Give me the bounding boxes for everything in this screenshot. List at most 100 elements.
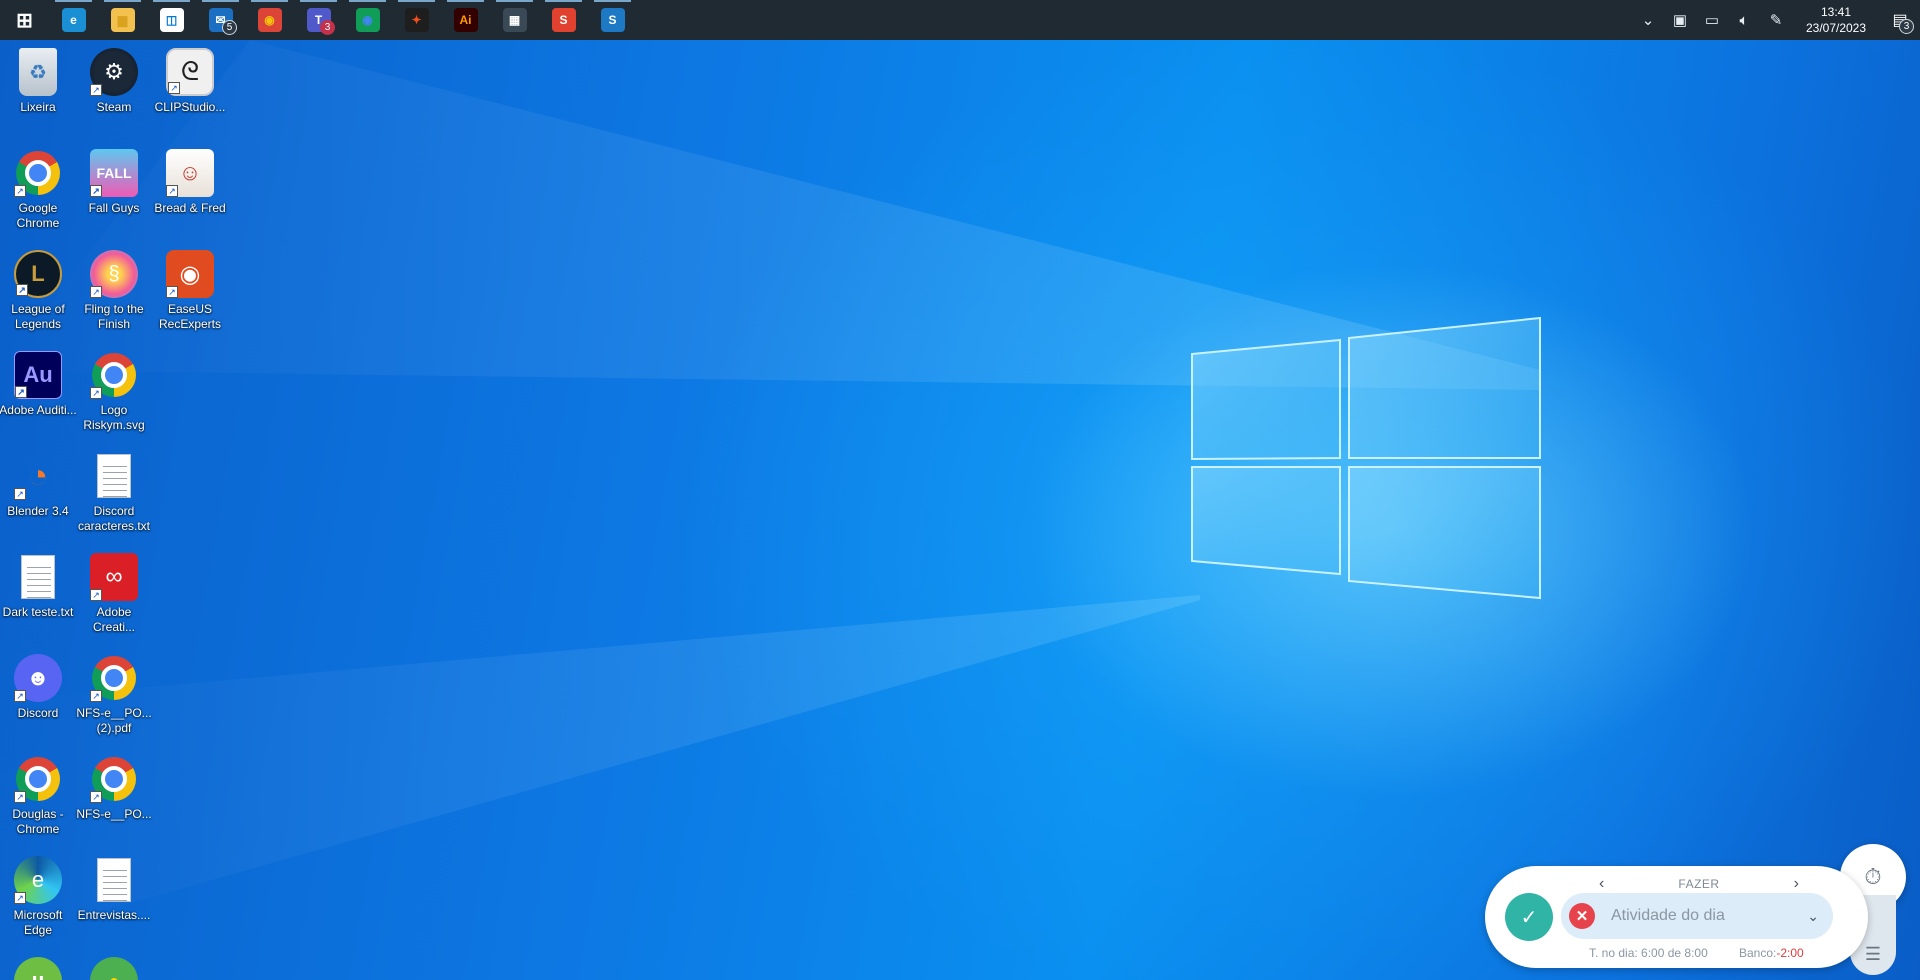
- discord-icon: ☻ ↗: [14, 654, 62, 702]
- blender-icon: ◔ ↗: [14, 452, 62, 500]
- desktop-icon-blender-3-4[interactable]: ◔ ↗ Blender 3.4: [0, 452, 76, 519]
- taskbar-button-figma[interactable]: ✦: [392, 0, 441, 40]
- desktop-icon-greenapp[interactable]: ●: [76, 957, 152, 980]
- calculator-icon: ▦: [502, 8, 527, 32]
- utorrent-icon: µ: [14, 957, 62, 980]
- taskbar-button-calculator[interactable]: ▦: [490, 0, 539, 40]
- shortcut-arrow-icon: ↗: [90, 690, 102, 702]
- taskbar-button-start-button[interactable]: ⊞: [0, 0, 49, 40]
- shortcut-arrow-icon: ↗: [168, 82, 180, 94]
- desktop-icon-adobe-auditi[interactable]: Au ↗ Adobe Auditi...: [0, 351, 77, 418]
- fallguys-icon: FALL ↗: [90, 149, 138, 197]
- desktop-icon-label: Google Chrome: [16, 201, 60, 230]
- close-icon[interactable]: ✕: [1569, 903, 1595, 929]
- desktop-icon-nfs-e-po[interactable]: ↗ NFS-e__PO...: [76, 755, 152, 822]
- pen-icon[interactable]: ✎: [1760, 0, 1792, 40]
- notification-center-button[interactable]: ▤ 3: [1880, 0, 1920, 40]
- desktop-wallpaper: [0, 40, 1920, 980]
- app-s-blue-icon: S: [600, 8, 625, 32]
- desktop-icon-label: CLIPStudio...: [154, 100, 226, 114]
- steam-icon: ⚙ ↗: [90, 48, 138, 96]
- shortcut-arrow-icon: ↗: [15, 386, 27, 398]
- taskbar-button-app-s-blue[interactable]: S: [588, 0, 637, 40]
- desktop-icon-douglas-chrome[interactable]: ↗ Douglas - Chrome: [0, 755, 76, 837]
- shortcut-arrow-icon: ↗: [90, 286, 102, 298]
- desktop-icon-steam[interactable]: ⚙ ↗ Steam: [76, 48, 152, 115]
- desktop-icon-bread-fred[interactable]: ☺ ↗ Bread & Fred: [152, 149, 228, 216]
- fling-icon: § ↗: [90, 250, 138, 298]
- illustrator-icon: Ai: [453, 8, 478, 32]
- taskbar-button-illustrator[interactable]: Ai: [441, 0, 490, 40]
- desktop-icon-fall-guys[interactable]: FALL ↗ Fall Guys: [76, 149, 152, 216]
- shortcut-arrow-icon: ↗: [90, 791, 102, 803]
- figma-icon: ✦: [404, 8, 429, 32]
- desktop-icon-utorrent[interactable]: µ: [0, 957, 76, 980]
- desktop-icon-label: Adobe Creati...: [92, 605, 135, 634]
- desktop-icon-label: Dark teste.txt: [2, 605, 74, 619]
- next-arrow-icon[interactable]: ›: [1794, 874, 1799, 894]
- taskbar-button-edge[interactable]: e: [49, 0, 98, 40]
- chrome-icon: ↗: [90, 755, 138, 803]
- shortcut-arrow-icon: ↗: [90, 84, 102, 96]
- shortcut-arrow-icon: ↗: [166, 185, 178, 197]
- bank-value: -2:00: [1776, 946, 1804, 960]
- desktop-icon-logo-riskym-svg[interactable]: ↗ Logo Riskym.svg: [76, 351, 152, 433]
- desktop-icon-clipstudio[interactable]: ᘓ ↗ CLIPStudio...: [152, 48, 228, 115]
- desktop-icon-label: Microsoft Edge: [13, 908, 63, 937]
- taskbar-button-teams[interactable]: T3: [294, 0, 343, 40]
- shortcut-arrow-icon: ↗: [14, 488, 26, 500]
- audition-icon: Au ↗: [14, 351, 62, 399]
- chevron-up-icon[interactable]: ⌄: [1632, 0, 1664, 40]
- desktop-icon-league-of-legends[interactable]: L ↗ League of Legends: [0, 250, 76, 332]
- confirm-button[interactable]: ✓: [1505, 893, 1553, 941]
- app-badge: 3: [320, 20, 335, 35]
- desktop-icon-label: Entrevistas....: [77, 908, 151, 922]
- store-icon: ◫: [159, 8, 184, 32]
- chrome-icon: ◉: [355, 8, 380, 32]
- notification-badge: 3: [1899, 19, 1914, 34]
- desktop-icon-adobe-creati[interactable]: ∞ ↗ Adobe Creati...: [76, 553, 152, 635]
- desktop-icon-label: EaseUS RecExperts: [158, 302, 222, 331]
- desktop-icon-nfs-e-po-2-pdf[interactable]: ↗ NFS-e__PO... (2).pdf: [76, 654, 152, 736]
- network-icon[interactable]: ▭: [1696, 0, 1728, 40]
- desktop-icon-entrevistas[interactable]: Entrevistas....: [76, 856, 152, 923]
- taskbar-button-store[interactable]: ◫: [147, 0, 196, 40]
- desktop-icon-discord[interactable]: ☻ ↗ Discord: [0, 654, 76, 721]
- chrome-icon: ↗: [14, 755, 62, 803]
- activity-placeholder: Atividade do dia: [1611, 907, 1725, 924]
- widget-nav: ‹ FAZER ›: [1599, 874, 1799, 894]
- taskbar-button-app-s-red[interactable]: S: [539, 0, 588, 40]
- edge-icon: e ↗: [14, 856, 62, 904]
- taskbar-button-chrome[interactable]: ◉: [343, 0, 392, 40]
- desktop-icon-easeus-recexperts[interactable]: ◉ ↗ EaseUS RecExperts: [152, 250, 228, 332]
- chevron-down-icon[interactable]: ⌄: [1807, 908, 1819, 925]
- desktop-icon-label: Fling to the Finish: [84, 302, 144, 331]
- meet-now-icon[interactable]: ▣: [1664, 0, 1696, 40]
- desktop-icon-label: NFS-e__PO... (2).pdf: [76, 706, 152, 735]
- chrome-icon: ↗: [90, 654, 138, 702]
- desktop-icon-microsoft-edge[interactable]: e ↗ Microsoft Edge: [0, 856, 76, 938]
- desktop-icon-label: Bread & Fred: [154, 201, 226, 215]
- clock-time: 13:41: [1820, 5, 1852, 19]
- desktop-icon-lixeira[interactable]: ♻ Lixeira: [0, 48, 76, 115]
- taskbar-button-chrome-profile[interactable]: ◉: [245, 0, 294, 40]
- volume-icon[interactable]: 🔈︎: [1728, 0, 1760, 40]
- desktop-icon-label: Discord caracteres.txt: [77, 504, 151, 533]
- taskbar-button-mail[interactable]: ✉ 5: [196, 0, 245, 40]
- nav-label: FAZER: [1678, 877, 1720, 891]
- shortcut-arrow-icon: ↗: [90, 185, 102, 197]
- edge-icon: e: [61, 8, 86, 32]
- stopwatch-icon: ⏱: [1864, 864, 1882, 889]
- taskbar-button-file-explorer[interactable]: ▆: [98, 0, 147, 40]
- app-s-red-icon: S: [551, 8, 576, 32]
- bank-label: Banco:: [1739, 946, 1777, 960]
- activity-select[interactable]: ✕ Atividade do dia ⌄: [1561, 893, 1833, 939]
- shortcut-arrow-icon: ↗: [14, 185, 26, 197]
- desktop-icon-fling-to-the-finish[interactable]: § ↗ Fling to the Finish: [76, 250, 152, 332]
- desktop-icon-discord-caracteres-txt[interactable]: Discord caracteres.txt: [76, 452, 152, 534]
- clock[interactable]: 13:41 23/07/2023: [1792, 4, 1880, 36]
- desktop-icon-label: Fall Guys: [88, 201, 140, 215]
- system-tray: ⌄ ▣ ▭ 🔈︎ ✎ 13:41 23/07/2023 ▤ 3: [1632, 0, 1920, 40]
- desktop-icon-dark-teste-txt[interactable]: Dark teste.txt: [0, 553, 76, 620]
- desktop-icon-google-chrome[interactable]: ↗ Google Chrome: [0, 149, 76, 231]
